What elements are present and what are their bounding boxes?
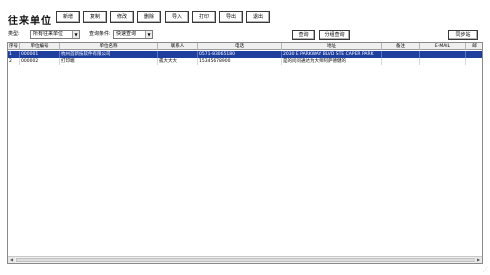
- exit-button[interactable]: 退出: [246, 11, 270, 23]
- resize-grip-icon[interactable]: ⋰: [483, 267, 488, 273]
- condition-select-value: 快速查询: [116, 31, 137, 37]
- column-header[interactable]: 地址: [282, 43, 382, 50]
- table-cell: 孤大大大: [158, 58, 198, 65]
- table-cell: 是的问问通达为大师阿萨德健的: [282, 58, 382, 65]
- table-cell: [466, 51, 482, 58]
- query-button[interactable]: 查询: [292, 30, 315, 40]
- type-select-value: 所有往来单位: [33, 31, 64, 37]
- table-cell: [382, 51, 420, 58]
- table-cell: 0571-83065180: [198, 51, 282, 58]
- page-title: 往来单位: [8, 16, 52, 27]
- type-select[interactable]: 所有往来单位 ▼: [30, 30, 80, 39]
- condition-label: 查询条件:: [89, 31, 111, 37]
- column-header[interactable]: 电话: [198, 43, 282, 50]
- table-cell: 杭州首新技软件有限公司: [60, 51, 158, 58]
- column-header[interactable]: 邮: [466, 43, 482, 50]
- table-cell: [158, 51, 198, 58]
- copy-button[interactable]: 复制: [83, 11, 107, 23]
- table-row[interactable]: 2 000002 打印端 孤大大大 15345678900 是的问问通达为大师阿…: [8, 58, 482, 65]
- scroll-left-icon[interactable]: ◀: [8, 257, 15, 263]
- delete-button[interactable]: 删除: [137, 11, 161, 23]
- chevron-down-icon: ▼: [145, 31, 152, 38]
- column-header[interactable]: 单位名称: [60, 43, 158, 50]
- add-button[interactable]: 新增: [56, 11, 80, 23]
- sync-button[interactable]: 同步站: [448, 30, 478, 40]
- table-cell: 000002: [20, 58, 60, 65]
- chevron-down-icon: ▼: [72, 31, 79, 38]
- table-cell: 15345678900: [198, 58, 282, 65]
- grid-header: 序号 单位编号 单位名称 联系人 电话 地址 备注 E-MAIL 邮: [8, 43, 482, 50]
- table-cell: [382, 58, 420, 65]
- data-grid[interactable]: 序号 单位编号 单位名称 联系人 电话 地址 备注 E-MAIL 邮 1 000…: [7, 42, 483, 264]
- horizontal-scrollbar[interactable]: ◀ ▶: [8, 256, 482, 263]
- column-header[interactable]: 备注: [382, 43, 420, 50]
- edit-button[interactable]: 修改: [110, 11, 134, 23]
- column-header[interactable]: 单位编号: [20, 43, 60, 50]
- scroll-right-icon[interactable]: ▶: [475, 257, 482, 263]
- column-header[interactable]: E-MAIL: [420, 43, 466, 50]
- column-header[interactable]: 联系人: [158, 43, 198, 50]
- print-button[interactable]: 打印: [192, 11, 216, 23]
- table-cell: 打印端: [60, 58, 158, 65]
- import-button[interactable]: 导入: [165, 11, 189, 23]
- table-cell: 2030 E PARKWAY BLVD STE CAPER PARK: [282, 51, 382, 58]
- table-cell: 2: [8, 58, 20, 65]
- scrollbar-thumb[interactable]: [16, 258, 476, 262]
- table-cell: [466, 58, 482, 65]
- table-cell: 1: [8, 51, 20, 58]
- table-cell: [420, 58, 466, 65]
- group-query-button[interactable]: 分组查询: [319, 30, 350, 40]
- export-button[interactable]: 导出: [219, 11, 243, 23]
- table-cell: 000001: [20, 51, 60, 58]
- type-label: 类型:: [8, 31, 20, 37]
- table-cell: [420, 51, 466, 58]
- condition-select[interactable]: 快速查询 ▼: [113, 30, 153, 39]
- table-row[interactable]: 1 000001 杭州首新技软件有限公司 0571-83065180 2030 …: [8, 51, 482, 58]
- column-header[interactable]: 序号: [8, 43, 20, 50]
